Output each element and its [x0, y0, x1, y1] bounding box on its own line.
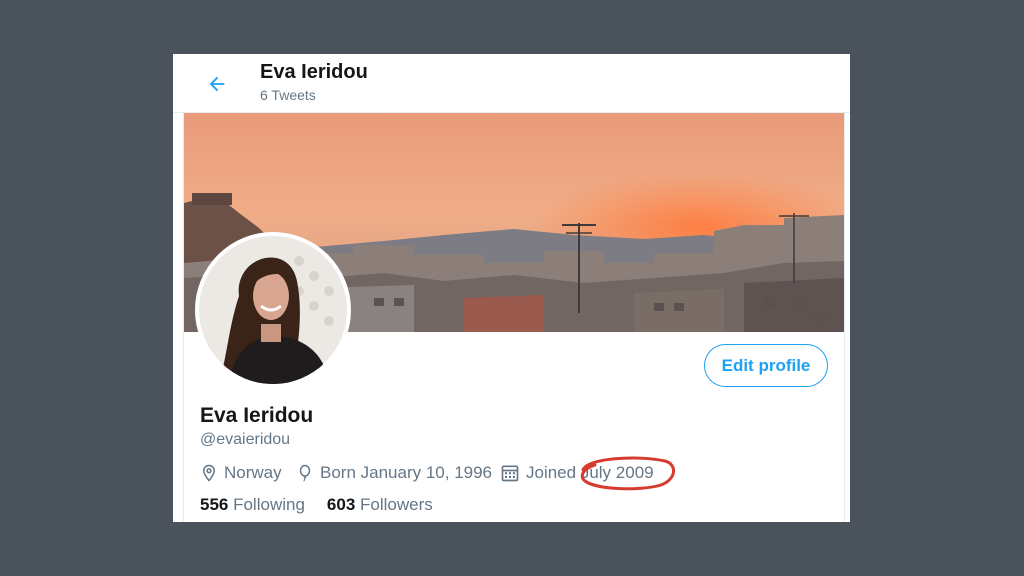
profile-card: Eva Ieridou 6 Tweets Edit profile Eva Ie… [173, 54, 850, 522]
back-button[interactable] [203, 70, 231, 98]
calendar-icon [501, 465, 519, 482]
joined-prefix: Joined [526, 463, 581, 482]
header-title: Eva Ieridou [260, 61, 368, 83]
edit-profile-button[interactable]: Edit profile [704, 344, 828, 387]
joined-item: Joined July 2009 [500, 462, 654, 484]
profile-handle: @evaieridou [200, 431, 291, 448]
balloon-icon [299, 464, 311, 482]
tweet-count: 6 Tweets [260, 87, 316, 103]
location-text: Norway [224, 463, 282, 482]
location-item: Norway [200, 462, 282, 484]
joined-date: July 2009 [580, 463, 654, 482]
column-border-right [844, 54, 845, 522]
following-count: 556 [200, 495, 229, 514]
birthday-text: Born January 10, 1996 [320, 463, 493, 482]
location-pin-icon [202, 464, 216, 482]
profile-name: Eva Ieridou [200, 404, 314, 427]
followers-count: 603 [326, 495, 356, 514]
profile-photo [199, 236, 347, 384]
followers-link[interactable]: 603 Followers [327, 495, 433, 515]
follow-stats: 556 Following 603 Followers [200, 495, 455, 515]
birthday-item: Born January 10, 1996 [296, 462, 492, 484]
arrow-left-icon [209, 76, 225, 92]
followers-label: Followers [355, 495, 433, 514]
profile-header: Eva Ieridou 6 Tweets [173, 54, 850, 113]
following-link[interactable]: 556 Following [200, 495, 305, 515]
following-label: Following [228, 495, 305, 514]
avatar[interactable] [195, 232, 351, 388]
